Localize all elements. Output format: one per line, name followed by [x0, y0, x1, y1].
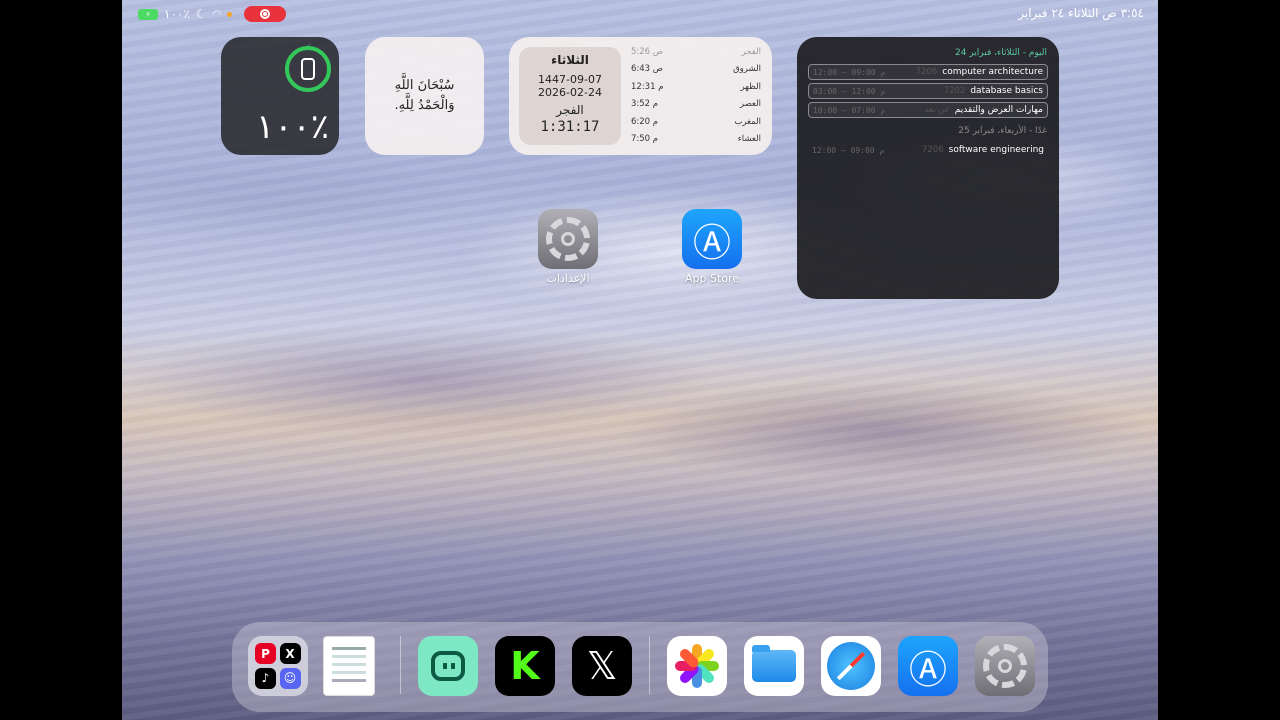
- prayer-time: 6:20 م: [631, 116, 659, 127]
- dhikr-line-1: سُبْحَانَ اللَّهِ: [394, 78, 455, 93]
- calendar-widget[interactable]: اليوم - الثلاثاء، فبراير 24 12:00 – 09:0…: [797, 37, 1059, 299]
- dock-settings[interactable]: [975, 636, 1035, 696]
- kick-icon: K: [510, 644, 540, 688]
- app-store-icon: Ⓐ: [692, 220, 731, 265]
- event-time: 10:00 – 07:00 م: [813, 105, 886, 115]
- prayer-name: العصر: [739, 99, 761, 110]
- status-datetime: ٣:٥٤ ص الثلاثاء ٢٤ فبراير: [1018, 6, 1144, 20]
- prayer-name: المغرب: [734, 116, 761, 127]
- dock-x[interactable]: 𝕏: [572, 636, 632, 696]
- prayer-time: 5:26 ص: [631, 46, 664, 57]
- prayer-row: 7:50 م العشاء: [631, 131, 761, 149]
- hijri-date: 1447-09-07: [538, 73, 602, 86]
- tiktok-icon: ♪: [255, 667, 276, 689]
- event-title: computer architecture: [942, 67, 1043, 77]
- dhikr-line-2: وَالْحَمْدُ لِلَّهِ.: [394, 98, 455, 113]
- document-icon: [332, 647, 366, 650]
- battery-percent-status: ١٠٠٪: [164, 7, 190, 21]
- app-store-app-label: App Store: [684, 272, 740, 285]
- battery-icon: ⚡: [138, 8, 158, 20]
- event-room: 7206: [921, 145, 944, 155]
- prayer-time: 12:31 م: [631, 81, 664, 92]
- phone-icon: [301, 58, 315, 80]
- battery-percent: ١٠٠٪: [255, 107, 329, 147]
- prayer-name: الفجر: [741, 46, 761, 57]
- prayer-name: الظهر: [740, 81, 761, 92]
- battery-ring: ⚡: [285, 43, 331, 92]
- event-room: 7202: [943, 86, 966, 96]
- wifi-icon: ◠: [212, 8, 222, 20]
- calendar-event[interactable]: 12:00 – 09:00 م 7206 software engineering: [808, 142, 1048, 158]
- battery-widget[interactable]: ⚡ ١٠٠٪: [221, 37, 339, 155]
- event-title: database basics: [970, 86, 1043, 96]
- calendar-event[interactable]: 12:00 – 09:00 م 7206 computer architectur…: [808, 64, 1048, 80]
- event-title: مهارات العرض والتقديم: [954, 105, 1043, 115]
- dock-app-store[interactable]: Ⓐ: [898, 636, 958, 696]
- prayer-list: 5:26 ص الفجر 6:43 ص الشروق 12:31 م الظهر 3:…: [631, 43, 761, 148]
- screen-recording-indicator[interactable]: [244, 6, 287, 22]
- day-name: الثلاثاء: [551, 53, 589, 67]
- prayer-row: 12:31 م الظهر: [631, 78, 761, 96]
- app-store-app[interactable]: Ⓐ: [682, 209, 742, 269]
- record-icon: [260, 9, 271, 19]
- status-bar-left: ⚡ ١٠٠٪ ☾ ◠: [138, 6, 287, 22]
- dock-photos[interactable]: [667, 636, 727, 696]
- tomorrow-header: غدًا - الأربعاء، فبراير 25: [958, 126, 1047, 136]
- gregorian-date: 2026-02-24: [538, 86, 602, 99]
- event-room: عن بعد: [924, 105, 950, 115]
- today-header: اليوم - الثلاثاء، فبراير 24: [955, 48, 1047, 58]
- gear-icon: [546, 217, 590, 261]
- dock-green-app[interactable]: [418, 636, 478, 696]
- dhikr-widget[interactable]: سُبْحَانَ اللَّهِ وَالْحَمْدُ لِلَّهِ.: [365, 37, 484, 155]
- event-time: 12:00 – 09:00 م: [813, 67, 886, 77]
- next-prayer-countdown: 1:31:17: [540, 119, 600, 135]
- green-app-icon: [431, 651, 465, 681]
- dock-separator: [400, 636, 401, 694]
- moon-icon: ☾: [195, 7, 207, 21]
- event-time: 03:00 – 12:00 م: [813, 86, 886, 96]
- gear-icon: [983, 644, 1027, 688]
- dock-social-folder[interactable]: P X ♪ ☺: [248, 636, 308, 696]
- app-store-icon: Ⓐ: [908, 647, 947, 692]
- prayer-times-widget[interactable]: الثلاثاء 1447-09-07 2026-02-24 الفجر 1:3…: [509, 37, 772, 155]
- prayer-row: 6:20 م المغرب: [631, 113, 761, 131]
- safari-icon: [827, 642, 875, 690]
- x-icon: 𝕏: [586, 644, 618, 688]
- next-prayer-name: الفجر: [556, 103, 584, 117]
- x-icon: X: [279, 643, 301, 664]
- settings-app[interactable]: [538, 209, 598, 269]
- prayer-summary-card: الثلاثاء 1447-09-07 2026-02-24 الفجر 1:3…: [519, 47, 621, 145]
- prayer-name: العشاء: [737, 134, 761, 145]
- dock-safari[interactable]: [821, 636, 881, 696]
- event-time: 12:00 – 09:00 م: [812, 145, 885, 155]
- settings-app-label: الإعدادات: [546, 272, 590, 285]
- privacy-dot-icon: [227, 11, 233, 17]
- prayer-time: 7:50 م: [631, 134, 659, 145]
- prayer-row: 3:52 م العصر: [631, 96, 761, 114]
- dock-kick[interactable]: K: [495, 636, 555, 696]
- charging-bolt-icon: ⚡: [304, 43, 312, 54]
- calendar-event[interactable]: 03:00 – 12:00 م 7202 database basics: [808, 83, 1048, 99]
- prayer-row: 5:26 ص الفجر: [631, 43, 761, 61]
- pinterest-icon: P: [255, 643, 276, 664]
- calendar-event[interactable]: 10:00 – 07:00 م عن بعد مهارات العرض والتق…: [808, 102, 1048, 118]
- files-icon: [752, 645, 796, 682]
- prayer-row: 6:43 ص الشروق: [631, 61, 761, 79]
- event-room: 7206: [915, 67, 938, 77]
- discord-icon: ☺: [279, 667, 301, 689]
- dock-files[interactable]: [744, 636, 804, 696]
- dock-separator: [649, 636, 650, 694]
- dock-document[interactable]: [323, 636, 375, 696]
- event-title: software engineering: [948, 145, 1044, 155]
- prayer-name: الشروق: [733, 64, 761, 75]
- prayer-time: 3:52 م: [631, 99, 659, 110]
- prayer-time: 6:43 ص: [631, 64, 664, 75]
